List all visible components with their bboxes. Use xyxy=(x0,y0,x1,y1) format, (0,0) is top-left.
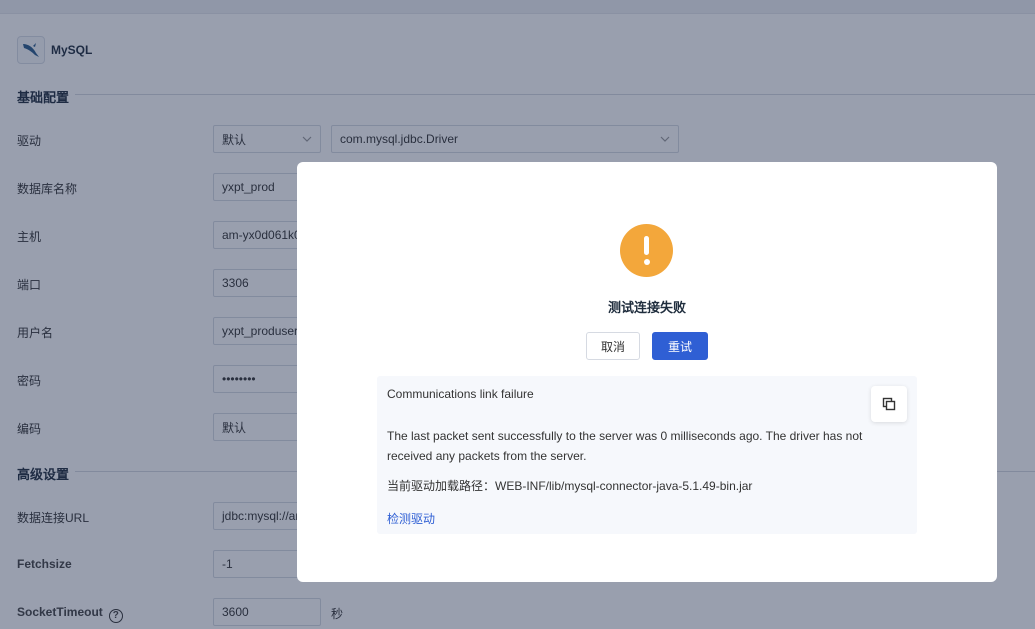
cancel-button[interactable]: 取消 xyxy=(586,332,640,360)
detect-driver-link[interactable]: 检测驱动 xyxy=(387,510,435,527)
error-details-box: Communications link failure The last pac… xyxy=(377,376,917,534)
copy-button[interactable] xyxy=(871,386,907,422)
error-title: Communications link failure xyxy=(387,387,534,401)
driver-path: 当前驱动加载路径：WEB-INF/lib/mysql-connector-jav… xyxy=(387,479,753,493)
warning-icon xyxy=(620,224,673,277)
retry-button[interactable]: 重试 xyxy=(652,332,708,360)
copy-icon xyxy=(882,397,896,411)
connection-failed-dialog: 测试连接失败 取消 重试 Communications link failure… xyxy=(297,162,997,582)
dialog-title: 测试连接失败 xyxy=(607,300,686,315)
error-detail: The last packet sent successfully to the… xyxy=(387,429,863,463)
